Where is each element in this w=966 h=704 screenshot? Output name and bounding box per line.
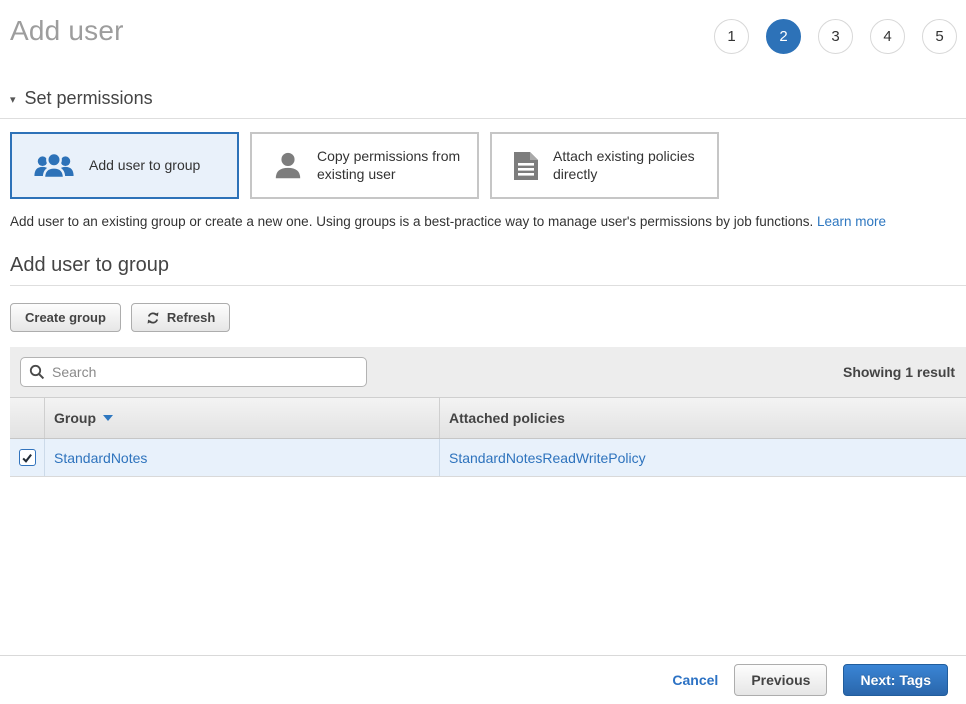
add-user-wizard-page: Add user 1 2 3 4 5 ▾ Set permissions [0, 0, 966, 704]
column-header-group[interactable]: Group [45, 398, 440, 438]
card-label: Add user to group [89, 157, 237, 175]
step-number: 4 [883, 28, 891, 45]
card-copy-permissions[interactable]: Copy permissions from existing user [250, 132, 479, 199]
policy-link[interactable]: StandardNotesReadWritePolicy [449, 450, 646, 466]
search-input[interactable] [20, 357, 367, 387]
set-permissions-header[interactable]: ▾ Set permissions [10, 88, 956, 109]
permissions-description: Add user to an existing group or create … [10, 214, 956, 229]
table-actions: Create group Refresh [10, 303, 956, 332]
wizard-step-3: 3 [818, 19, 853, 54]
sort-desc-icon [103, 415, 113, 421]
previous-button[interactable]: Previous [734, 664, 827, 696]
wizard-step-2-active: 2 [766, 19, 801, 54]
card-label: Copy permissions from existing user [317, 148, 475, 183]
header-checkbox-cell [10, 398, 45, 438]
step-number: 3 [831, 28, 839, 45]
row-checkbox-cell [10, 439, 45, 476]
row-policy-cell: StandardNotesReadWritePolicy [440, 439, 966, 476]
check-icon [21, 452, 33, 464]
description-text: Add user to an existing group or create … [10, 214, 813, 229]
card-attach-policies[interactable]: Attach existing policies directly [490, 132, 719, 199]
row-checkbox-checked[interactable] [19, 449, 36, 466]
refresh-button[interactable]: Refresh [131, 303, 230, 332]
wizard-step-4: 4 [870, 19, 905, 54]
card-add-user-to-group[interactable]: Add user to group [10, 132, 239, 199]
column-label: Attached policies [449, 410, 565, 426]
card-label: Attach existing policies directly [553, 148, 711, 183]
wizard-footer: Cancel Previous Next: Tags [0, 656, 966, 704]
learn-more-link[interactable]: Learn more [817, 214, 886, 229]
wizard-steps: 1 2 3 4 5 [714, 19, 957, 54]
set-permissions-title: Set permissions [25, 88, 153, 109]
user-icon [273, 151, 303, 181]
column-header-attached-policies: Attached policies [440, 398, 966, 438]
user-group-icon [33, 151, 75, 180]
wizard-step-5: 5 [922, 19, 957, 54]
step-number: 5 [935, 28, 943, 45]
cancel-link[interactable]: Cancel [672, 672, 718, 688]
refresh-label: Refresh [167, 310, 215, 325]
divider [0, 118, 966, 119]
column-label: Group [54, 410, 96, 426]
document-icon [513, 151, 539, 181]
refresh-icon [146, 311, 160, 325]
groups-table: Showing 1 result Group Attached policies [10, 347, 966, 477]
table-header-row: Group Attached policies [10, 397, 966, 439]
next-tags-button[interactable]: Next: Tags [843, 664, 948, 696]
collapse-caret-icon: ▾ [10, 93, 16, 106]
group-link[interactable]: StandardNotes [54, 450, 147, 466]
search-box [20, 357, 367, 387]
step-number: 2 [779, 28, 787, 45]
group-section-title: Add user to group [10, 254, 956, 277]
divider [10, 285, 966, 286]
step-number: 1 [727, 28, 735, 45]
table-toolbar: Showing 1 result [10, 347, 966, 397]
results-count: Showing 1 result [843, 347, 955, 397]
wizard-step-1: 1 [714, 19, 749, 54]
search-icon [29, 364, 45, 385]
permission-option-cards: Add user to group Copy permissions from … [10, 132, 956, 199]
table-row-standardnotes[interactable]: StandardNotes StandardNotesReadWritePoli… [10, 439, 966, 477]
row-group-cell: StandardNotes [45, 439, 440, 476]
create-group-button[interactable]: Create group [10, 303, 121, 332]
